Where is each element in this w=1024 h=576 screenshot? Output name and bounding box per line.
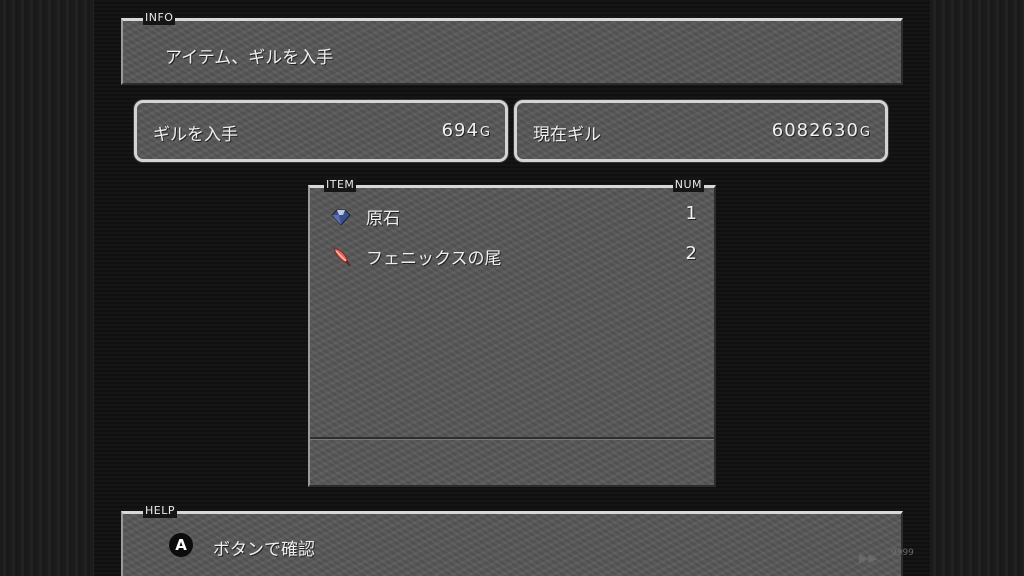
info-tag: INFO (143, 11, 176, 25)
num-header: NUM (672, 178, 704, 192)
gil-obtained-value: 694 (441, 120, 479, 141)
gil-obtained-unit: G (479, 125, 491, 140)
item-header: ITEM (324, 178, 357, 192)
item-count: 1 (685, 203, 698, 224)
info-panel: INFO アイテム、ギルを入手 (121, 11, 903, 85)
help-tag: HELP (143, 504, 177, 518)
gem-icon (331, 209, 351, 226)
help-panel: HELP A ボタンで確認 ▶▶ 9999 (121, 504, 914, 576)
item-count: 2 (685, 243, 698, 264)
info-message: アイテム、ギルを入手 (165, 48, 334, 68)
left-border-decoration (0, 0, 95, 576)
right-border-decoration (929, 0, 1024, 576)
gil-obtained-amount: 694G (442, 120, 491, 141)
item-name: 原石 (366, 209, 400, 229)
item-name: フェニックスの尾 (366, 249, 502, 269)
gil-current-value: 6082630 (771, 120, 859, 141)
phoenix-down-icon (333, 247, 351, 267)
item-list-panel: ITEM NUM 原石 1 フェニックスの尾 2 (308, 178, 716, 487)
gil-current-amount: 6082630G (772, 120, 871, 141)
speed-counter: 9999 (891, 548, 914, 558)
a-button-icon: A (169, 533, 193, 557)
gil-obtained-panel: ギルを入手 694G (134, 100, 508, 162)
item-list-divider (310, 437, 714, 440)
help-message: ボタンで確認 (213, 540, 315, 560)
gil-current-label: 現在ギル (533, 125, 601, 145)
fast-forward-icon[interactable]: ▶▶ (859, 551, 877, 565)
gil-obtained-label: ギルを入手 (153, 125, 238, 145)
gil-current-unit: G (859, 125, 871, 140)
gil-current-panel: 現在ギル 6082630G (514, 100, 888, 162)
